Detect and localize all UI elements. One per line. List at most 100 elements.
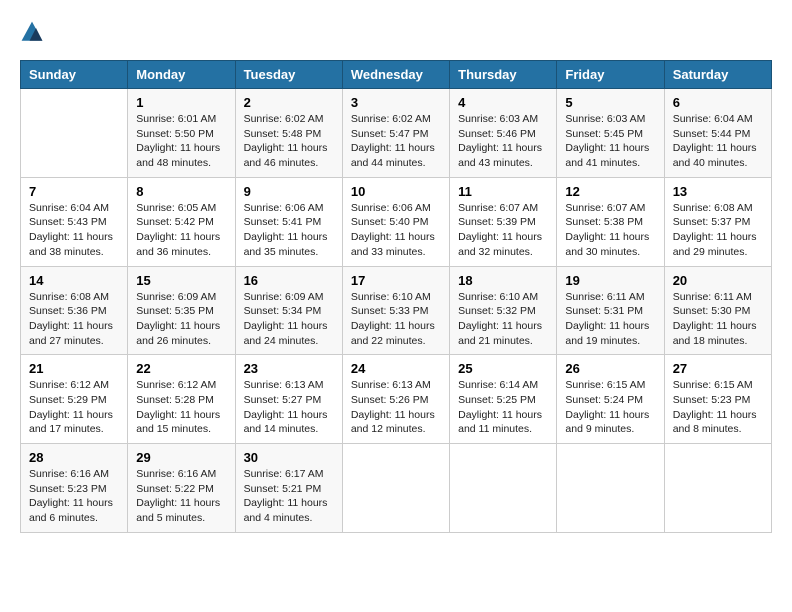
calendar-cell: 25Sunrise: 6:14 AM Sunset: 5:25 PM Dayli… [450, 355, 557, 444]
day-number: 13 [673, 184, 763, 199]
day-number: 17 [351, 273, 441, 288]
day-info: Sunrise: 6:11 AM Sunset: 5:31 PM Dayligh… [565, 290, 655, 349]
header-saturday: Saturday [664, 61, 771, 89]
calendar-cell: 21 Sunrise: 6:12 AM Sunset: 5:29 PM Dayli… [21, 355, 128, 444]
calendar-cell: 29 Sunrise: 6:16 AM Sunset: 5:22 PM Dayli… [128, 444, 235, 533]
day-info: Sunrise: 6:16 AM Sunset: 5:23 PM Dayligh… [29, 467, 119, 526]
day-number: 7 [29, 184, 119, 199]
calendar-cell: 14Sunrise: 6:08 AM Sunset: 5:36 PM Dayli… [21, 266, 128, 355]
day-info: Sunrise: 6:13 AM Sunset: 5:26 PM Dayligh… [351, 378, 441, 437]
calendar-cell: 20 Sunrise: 6:11 AM Sunset: 5:30 PM Dayli… [664, 266, 771, 355]
day-number: 1 [136, 95, 226, 110]
day-number: 18 [458, 273, 548, 288]
logo-icon [20, 20, 44, 44]
calendar-cell: 15 Sunrise: 6:09 AM Sunset: 5:35 PM Dayli… [128, 266, 235, 355]
day-info: Sunrise: 6:10 AM Sunset: 5:32 PM Dayligh… [458, 290, 548, 349]
day-number: 8 [136, 184, 226, 199]
calendar-cell: 18 Sunrise: 6:10 AM Sunset: 5:32 PM Dayli… [450, 266, 557, 355]
week-row-4: 21 Sunrise: 6:12 AM Sunset: 5:29 PM Dayli… [21, 355, 772, 444]
day-info: Sunrise: 6:14 AM Sunset: 5:25 PM Dayligh… [458, 378, 548, 437]
day-info: Sunrise: 6:03 AM Sunset: 5:46 PM Dayligh… [458, 112, 548, 171]
week-row-5: 28 Sunrise: 6:16 AM Sunset: 5:23 PM Dayli… [21, 444, 772, 533]
day-info: Sunrise: 6:07 AM Sunset: 5:38 PM Dayligh… [565, 201, 655, 260]
day-info: Sunrise: 6:02 AM Sunset: 5:47 PM Dayligh… [351, 112, 441, 171]
day-number: 29 [136, 450, 226, 465]
calendar-cell: 16 Sunrise: 6:09 AM Sunset: 5:34 PM Dayli… [235, 266, 342, 355]
day-number: 2 [244, 95, 334, 110]
day-info: Sunrise: 6:03 AM Sunset: 5:45 PM Dayligh… [565, 112, 655, 171]
day-number: 19 [565, 273, 655, 288]
day-info: Sunrise: 6:11 AM Sunset: 5:30 PM Dayligh… [673, 290, 763, 349]
calendar-cell: 11 Sunrise: 6:07 AM Sunset: 5:39 PM Dayli… [450, 177, 557, 266]
calendar-cell: 24 Sunrise: 6:13 AM Sunset: 5:26 PM Dayli… [342, 355, 449, 444]
calendar-cell: 22Sunrise: 6:12 AM Sunset: 5:28 PM Dayli… [128, 355, 235, 444]
header-monday: Monday [128, 61, 235, 89]
calendar-cell: 28 Sunrise: 6:16 AM Sunset: 5:23 PM Dayli… [21, 444, 128, 533]
day-number: 14 [29, 273, 119, 288]
day-number: 24 [351, 361, 441, 376]
calendar-cell: 3 Sunrise: 6:02 AM Sunset: 5:47 PM Daylig… [342, 89, 449, 178]
logo [20, 20, 48, 44]
header-tuesday: Tuesday [235, 61, 342, 89]
day-info: Sunrise: 6:06 AM Sunset: 5:41 PM Dayligh… [244, 201, 334, 260]
header-sunday: Sunday [21, 61, 128, 89]
calendar-cell: 5 Sunrise: 6:03 AM Sunset: 5:45 PM Daylig… [557, 89, 664, 178]
header-friday: Friday [557, 61, 664, 89]
day-number: 30 [244, 450, 334, 465]
calendar-cell: 1Sunrise: 6:01 AM Sunset: 5:50 PM Daylig… [128, 89, 235, 178]
day-number: 11 [458, 184, 548, 199]
day-number: 16 [244, 273, 334, 288]
calendar-table: SundayMondayTuesdayWednesdayThursdayFrid… [20, 60, 772, 533]
calendar-cell: 19 Sunrise: 6:11 AM Sunset: 5:31 PM Dayli… [557, 266, 664, 355]
day-number: 21 [29, 361, 119, 376]
calendar-cell: 2 Sunrise: 6:02 AM Sunset: 5:48 PM Daylig… [235, 89, 342, 178]
calendar-cell [557, 444, 664, 533]
calendar-cell: 23Sunrise: 6:13 AM Sunset: 5:27 PM Dayli… [235, 355, 342, 444]
calendar-cell: 13Sunrise: 6:08 AM Sunset: 5:37 PM Dayli… [664, 177, 771, 266]
day-number: 27 [673, 361, 763, 376]
week-row-2: 7 Sunrise: 6:04 AM Sunset: 5:43 PM Daylig… [21, 177, 772, 266]
day-info: Sunrise: 6:04 AM Sunset: 5:44 PM Dayligh… [673, 112, 763, 171]
day-number: 22 [136, 361, 226, 376]
day-info: Sunrise: 6:05 AM Sunset: 5:42 PM Dayligh… [136, 201, 226, 260]
day-info: Sunrise: 6:17 AM Sunset: 5:21 PM Dayligh… [244, 467, 334, 526]
day-number: 6 [673, 95, 763, 110]
day-info: Sunrise: 6:09 AM Sunset: 5:34 PM Dayligh… [244, 290, 334, 349]
day-number: 5 [565, 95, 655, 110]
calendar-cell: 27 Sunrise: 6:15 AM Sunset: 5:23 PM Dayli… [664, 355, 771, 444]
day-number: 3 [351, 95, 441, 110]
calendar-cell: 26Sunrise: 6:15 AM Sunset: 5:24 PM Dayli… [557, 355, 664, 444]
day-number: 10 [351, 184, 441, 199]
calendar-cell [342, 444, 449, 533]
calendar-cell: 9 Sunrise: 6:06 AM Sunset: 5:41 PM Daylig… [235, 177, 342, 266]
day-info: Sunrise: 6:16 AM Sunset: 5:22 PM Dayligh… [136, 467, 226, 526]
day-info: Sunrise: 6:12 AM Sunset: 5:29 PM Dayligh… [29, 378, 119, 437]
day-number: 15 [136, 273, 226, 288]
day-number: 9 [244, 184, 334, 199]
day-number: 26 [565, 361, 655, 376]
day-number: 20 [673, 273, 763, 288]
calendar-cell: 30 Sunrise: 6:17 AM Sunset: 5:21 PM Dayli… [235, 444, 342, 533]
calendar-cell [664, 444, 771, 533]
day-info: Sunrise: 6:06 AM Sunset: 5:40 PM Dayligh… [351, 201, 441, 260]
calendar-cell: 4 Sunrise: 6:03 AM Sunset: 5:46 PM Daylig… [450, 89, 557, 178]
calendar-cell: 6 Sunrise: 6:04 AM Sunset: 5:44 PM Daylig… [664, 89, 771, 178]
day-info: Sunrise: 6:15 AM Sunset: 5:23 PM Dayligh… [673, 378, 763, 437]
calendar-cell: 8 Sunrise: 6:05 AM Sunset: 5:42 PM Daylig… [128, 177, 235, 266]
calendar-cell: 7 Sunrise: 6:04 AM Sunset: 5:43 PM Daylig… [21, 177, 128, 266]
day-number: 23 [244, 361, 334, 376]
day-info: Sunrise: 6:10 AM Sunset: 5:33 PM Dayligh… [351, 290, 441, 349]
day-info: Sunrise: 6:04 AM Sunset: 5:43 PM Dayligh… [29, 201, 119, 260]
header-row: SundayMondayTuesdayWednesdayThursdayFrid… [21, 61, 772, 89]
calendar-cell [450, 444, 557, 533]
header-thursday: Thursday [450, 61, 557, 89]
week-row-1: 1Sunrise: 6:01 AM Sunset: 5:50 PM Daylig… [21, 89, 772, 178]
header-wednesday: Wednesday [342, 61, 449, 89]
calendar-cell [21, 89, 128, 178]
day-number: 28 [29, 450, 119, 465]
day-number: 4 [458, 95, 548, 110]
day-info: Sunrise: 6:09 AM Sunset: 5:35 PM Dayligh… [136, 290, 226, 349]
calendar-cell: 12Sunrise: 6:07 AM Sunset: 5:38 PM Dayli… [557, 177, 664, 266]
day-info: Sunrise: 6:07 AM Sunset: 5:39 PM Dayligh… [458, 201, 548, 260]
day-info: Sunrise: 6:02 AM Sunset: 5:48 PM Dayligh… [244, 112, 334, 171]
